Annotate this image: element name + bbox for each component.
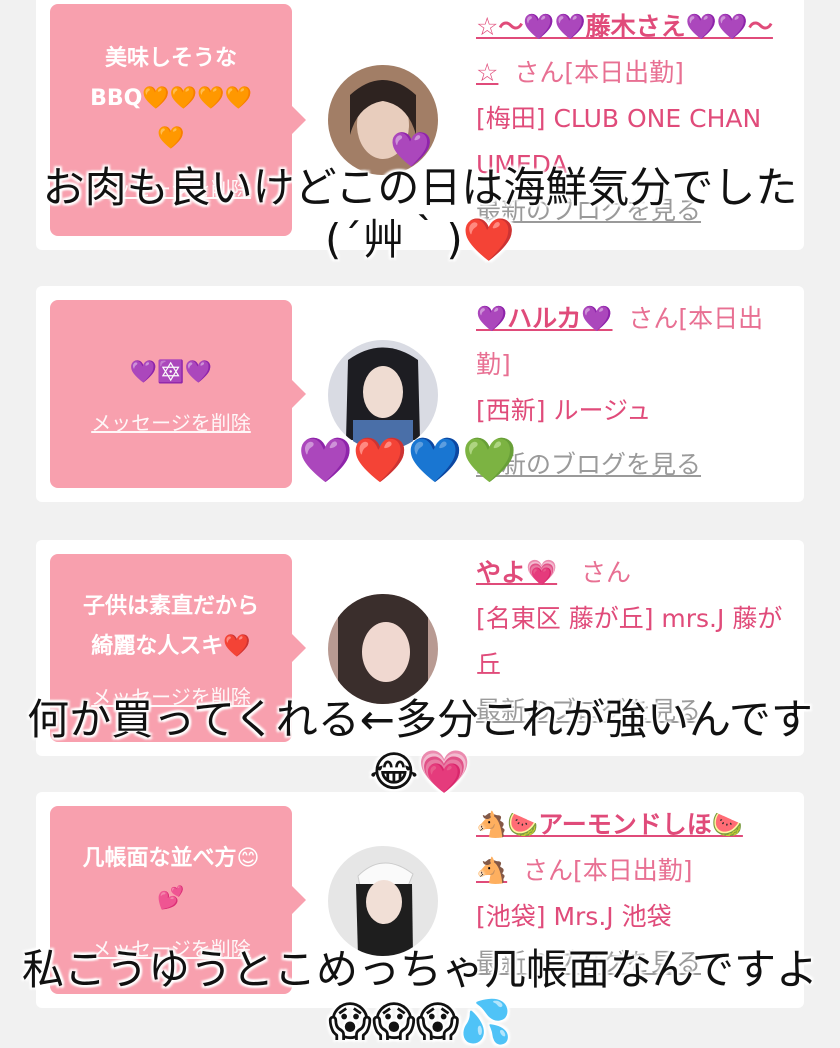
latest-blog-link[interactable]: 最新のブログを見る [476,442,796,488]
avatar[interactable] [328,594,438,704]
message-bubble: 💜🔯💜 メッセージを削除 [50,300,306,488]
overlay-hearts: 💜❤️💙💚 [298,435,518,486]
cast-name-link[interactable]: やよ💗 [476,558,557,587]
overlay-caption-3: 私こうゆうとこめっちゃ几帳面なんですよ😱😱😱💦 [22,945,818,1046]
shop-name: [池袋] Mrs.J 池袋 [476,902,672,931]
delete-message-link[interactable]: メッセージを削除 [91,407,251,436]
overlay-caption-2: 何か買ってくれる←多分これが強いんです😂💗 [27,695,813,796]
message-text: 💜🔯💜 [129,359,213,385]
honorific: さん[本日出勤] [523,856,693,885]
overlay-caption-1: お肉も良いけどこの日は海鮮気分でした(´艸｀)❤️ [42,163,798,264]
shop-name: [西新] ルージュ [476,396,652,425]
message-text: 美味しそうな BBQ🧡🧡🧡🧡 🧡 [90,45,252,151]
message-text: 几帳面な並べ方😊 💕 [82,845,260,911]
message-text: 子供は素直だから 綺麗な人スキ❤️ [82,593,259,659]
cast-info: 💜ハルカ💜 さん[本日出勤] [西新] ルージュ 最新のブログを見る [476,296,796,488]
shop-name: [名東区 藤が丘] mrs.J 藤が丘 [476,604,783,679]
honorific: さん [580,558,631,587]
honorific: さん[本日出勤] [514,58,684,87]
cast-name-link[interactable]: 💜ハルカ💜 [476,304,613,333]
avatar[interactable]: 💜 [328,65,438,175]
avatar[interactable] [328,846,438,956]
